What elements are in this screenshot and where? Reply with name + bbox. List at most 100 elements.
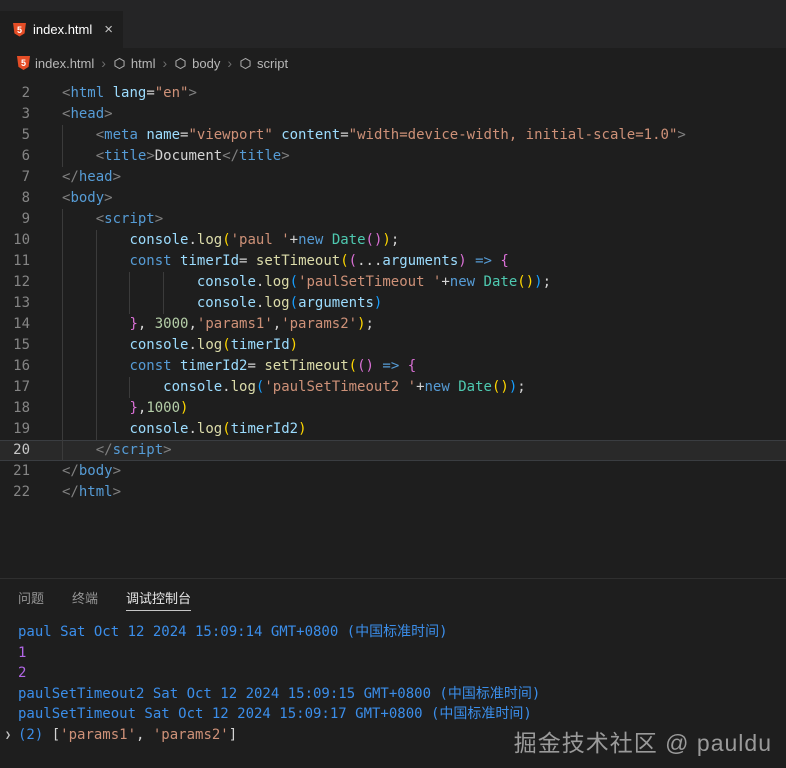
close-icon[interactable]: × [104, 21, 113, 38]
breadcrumb-label: html [131, 56, 156, 71]
indent-guide [129, 377, 163, 398]
indent-guide [62, 272, 96, 293]
code-content: <head> [30, 104, 786, 125]
code-content: console.log(arguments) [30, 293, 786, 314]
chevron-right-icon[interactable]: ❯ [5, 726, 11, 747]
panel-tab-problems[interactable]: 问题 [18, 588, 44, 611]
code-line-14[interactable]: 14 }, 3000,'params1','params2'); [0, 314, 786, 335]
code-line-10[interactable]: 10 console.log('paul '+new Date()); [0, 230, 786, 251]
console-line[interactable]: paul Sat Oct 12 2024 15:09:14 GMT+0800 (… [0, 622, 786, 643]
indent-guide [62, 209, 96, 230]
code-line-19[interactable]: 19 console.log(timerId2) [0, 419, 786, 440]
code-content: console.log(timerId2) [30, 419, 786, 440]
line-number[interactable]: 14 [0, 314, 30, 335]
breadcrumb-item-body[interactable]: body [174, 56, 220, 71]
line-number[interactable]: 3 [0, 104, 30, 125]
code-content: console.log('paulSetTimeout '+new Date()… [30, 272, 786, 293]
line-number[interactable]: 10 [0, 230, 30, 251]
code-line-11[interactable]: 11 const timerId= setTimeout((...argumen… [0, 251, 786, 272]
line-number[interactable]: 18 [0, 398, 30, 419]
line-number[interactable]: 6 [0, 146, 30, 167]
code-line-21[interactable]: 21</body> [0, 461, 786, 482]
element-symbol-icon [113, 57, 126, 70]
vscode-window: 5 index.html × 5index.html › html › body › scr… [0, 0, 786, 768]
indent-guide [96, 377, 130, 398]
console-line[interactable]: 1 [0, 643, 786, 664]
indent-guide [96, 230, 130, 251]
tab-bar: 5 index.html × [0, 0, 786, 48]
line-number[interactable]: 2 [0, 83, 30, 104]
breadcrumb-item-html[interactable]: html [113, 56, 156, 71]
indent-guide [62, 356, 96, 377]
breadcrumb-separator: › [162, 55, 167, 71]
breadcrumb-label: script [257, 56, 288, 71]
indent-guide [163, 293, 197, 314]
indent-guide [96, 398, 130, 419]
code-line-3[interactable]: 3<head> [0, 104, 786, 125]
indent-guide [62, 398, 96, 419]
code-line-16[interactable]: 16 const timerId2= setTimeout(() => { [0, 356, 786, 377]
code-line-7[interactable]: 7</head> [0, 167, 786, 188]
line-number[interactable]: 20 [0, 440, 30, 461]
code-content: },1000) [30, 398, 786, 419]
indent-guide [96, 272, 130, 293]
indent-guide [62, 125, 96, 146]
console-line[interactable]: 2 [0, 663, 786, 684]
code-line-5[interactable]: 5 <meta name="viewport" content="width=d… [0, 125, 786, 146]
indent-guide [96, 293, 130, 314]
line-number[interactable]: 13 [0, 293, 30, 314]
code-content: <meta name="viewport" content="width=dev… [30, 125, 786, 146]
indent-guide [62, 314, 96, 335]
line-number[interactable]: 17 [0, 377, 30, 398]
panel-tab-terminal[interactable]: 终端 [72, 588, 98, 611]
breadcrumb-label: body [192, 56, 220, 71]
code-content: console.log('paul '+new Date()); [30, 230, 786, 251]
line-number[interactable]: 7 [0, 167, 30, 188]
code-line-17[interactable]: 17 console.log('paulSetTimeout2 '+new Da… [0, 377, 786, 398]
indent-guide [96, 356, 130, 377]
code-line-13[interactable]: 13 console.log(arguments) [0, 293, 786, 314]
code-line-2[interactable]: 2<html lang="en"> [0, 83, 786, 104]
indent-guide [96, 419, 130, 440]
console-line[interactable]: paulSetTimeout Sat Oct 12 2024 15:09:17 … [0, 704, 786, 725]
line-number[interactable]: 15 [0, 335, 30, 356]
line-number[interactable]: 11 [0, 251, 30, 272]
line-number[interactable]: 12 [0, 272, 30, 293]
code-line-12[interactable]: 12 console.log('paulSetTimeout '+new Dat… [0, 272, 786, 293]
line-number[interactable]: 16 [0, 356, 30, 377]
line-number[interactable]: 21 [0, 461, 30, 482]
tab-index-html[interactable]: 5 index.html × [0, 11, 123, 48]
code-line-18[interactable]: 18 },1000) [0, 398, 786, 419]
indent-guide [62, 251, 96, 272]
html5-file-icon: 5 [13, 23, 26, 37]
line-number[interactable]: 8 [0, 188, 30, 209]
breadcrumb-item-script[interactable]: script [239, 56, 288, 71]
console-line[interactable]: paulSetTimeout2 Sat Oct 12 2024 15:09:15… [0, 684, 786, 705]
indent-guide [62, 293, 96, 314]
indent-guide [62, 335, 96, 356]
code-line-8[interactable]: 8<body> [0, 188, 786, 209]
breadcrumb-separator: › [227, 55, 232, 71]
code-content: <html lang="en"> [30, 83, 786, 104]
code-editor[interactable]: 2<html lang="en">3<head>5 <meta name="vi… [0, 78, 786, 578]
code-content: </html> [30, 482, 786, 503]
code-line-22[interactable]: 22</html> [0, 482, 786, 503]
code-content: </script> [30, 440, 786, 461]
breadcrumb-item-index-html[interactable]: 5index.html [17, 56, 94, 71]
line-number[interactable]: 5 [0, 125, 30, 146]
code-line-9[interactable]: 9 <script> [0, 209, 786, 230]
code-content: const timerId= setTimeout((...arguments)… [30, 251, 786, 272]
line-number[interactable]: 19 [0, 419, 30, 440]
line-number[interactable]: 9 [0, 209, 30, 230]
code-content: </head> [30, 167, 786, 188]
code-line-6[interactable]: 6 <title>Document</title> [0, 146, 786, 167]
code-content: </body> [30, 461, 786, 482]
code-line-20[interactable]: 20 </script> [0, 440, 786, 461]
element-symbol-icon [174, 57, 187, 70]
code-line-15[interactable]: 15 console.log(timerId) [0, 335, 786, 356]
breadcrumb-separator: › [101, 55, 106, 71]
panel-tab-debug-console[interactable]: 调试控制台 [126, 588, 191, 611]
html5-file-icon: 5 [17, 56, 30, 70]
line-number[interactable]: 22 [0, 482, 30, 503]
element-symbol-icon [239, 57, 252, 70]
